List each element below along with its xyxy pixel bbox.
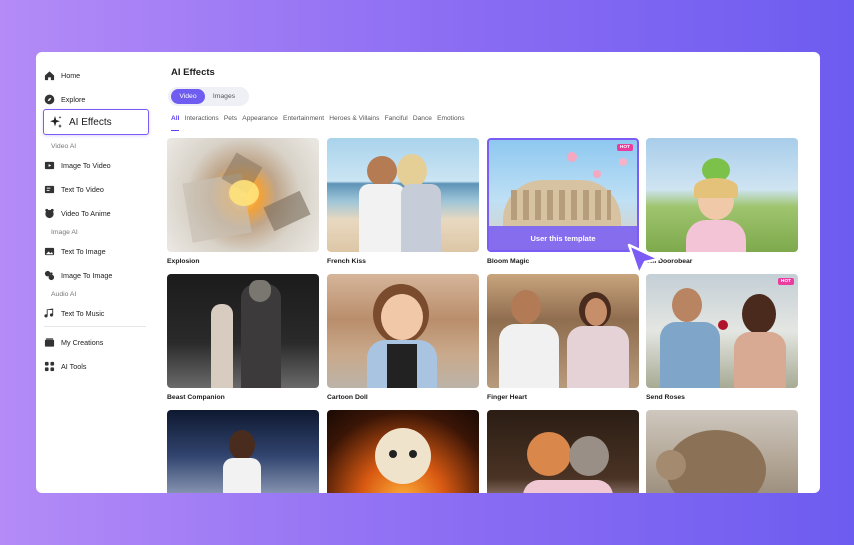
sidebar-item-ai-effects[interactable]: AI Effects bbox=[43, 109, 149, 135]
sidebar-item-text-to-image[interactable]: Text To Image bbox=[44, 240, 106, 262]
effect-card-cartoon-doll[interactable]: Cartoon Doll bbox=[327, 274, 479, 401]
sidebar-item-label: Text To Video bbox=[61, 184, 104, 194]
runway-wolf-thumbnail bbox=[167, 274, 319, 388]
folder-icon bbox=[44, 337, 55, 348]
tab-emotions[interactable]: Emotions bbox=[437, 115, 465, 127]
effect-card-dog-cat[interactable] bbox=[487, 410, 639, 493]
hot-badge: HOT bbox=[777, 278, 794, 285]
sidebar-item-home[interactable]: Home bbox=[44, 64, 80, 86]
use-template-button[interactable]: User this template bbox=[489, 226, 637, 250]
tab-all[interactable]: All bbox=[171, 115, 180, 131]
page-title: AI Effects bbox=[171, 67, 215, 78]
media-type-toggle: Video Images bbox=[168, 87, 249, 106]
sidebar-item-video-to-anime[interactable]: Video To Anime bbox=[44, 202, 111, 224]
effect-card-runway[interactable] bbox=[167, 410, 319, 493]
sidebar-item-label: Image To Video bbox=[61, 160, 111, 170]
sidebar-item-label: AI Tools bbox=[61, 361, 87, 371]
sidebar-item-text-to-music[interactable]: Text To Music bbox=[44, 302, 104, 324]
effect-card-cat[interactable] bbox=[646, 410, 798, 493]
sidebar-item-label: Explore bbox=[61, 94, 86, 104]
category-tabs: All Interactions Pets Appearance Enterta… bbox=[171, 115, 470, 131]
dog-fire-thumbnail bbox=[327, 410, 479, 493]
section-label-video-ai: Video AI bbox=[51, 143, 77, 150]
tab-interactions[interactable]: Interactions bbox=[185, 115, 219, 127]
effect-card-finger-heart[interactable]: Finger Heart bbox=[487, 274, 639, 401]
sidebar-item-my-creations[interactable]: My Creations bbox=[44, 331, 103, 353]
tab-fanciful[interactable]: Fanciful bbox=[385, 115, 408, 127]
tab-heroes-villains[interactable]: Heroes & Villains bbox=[329, 115, 379, 127]
sidebar-item-label: Text To Music bbox=[61, 308, 105, 318]
anime-icon bbox=[44, 208, 55, 219]
sidebar-item-text-to-video[interactable]: Text To Video bbox=[44, 178, 104, 200]
image-transform-icon bbox=[44, 270, 55, 281]
effect-card-doorobear[interactable]: om Doorobear bbox=[646, 138, 798, 265]
text-video-icon bbox=[44, 184, 55, 195]
card-label: Send Roses bbox=[646, 394, 685, 401]
section-label-image-ai: Image AI bbox=[51, 229, 78, 236]
beach-couple-thumbnail bbox=[327, 138, 479, 252]
sidebar-item-label: Image To Image bbox=[61, 270, 113, 280]
sidebar-item-label: AI Effects bbox=[69, 116, 112, 128]
image-video-icon bbox=[44, 160, 55, 171]
pointer-cursor-icon bbox=[627, 243, 661, 276]
music-note-icon bbox=[44, 307, 55, 319]
girl-frog-thumbnail bbox=[646, 138, 798, 252]
tab-pets[interactable]: Pets bbox=[224, 115, 237, 127]
image-icon bbox=[44, 246, 55, 257]
effect-card-dog-fire[interactable] bbox=[327, 410, 479, 493]
tab-entertainment[interactable]: Entertainment bbox=[283, 115, 324, 127]
card-label: om Doorobear bbox=[646, 258, 693, 265]
toggle-images[interactable]: Images bbox=[207, 89, 241, 104]
sidebar: Home Explore AI Effects Video AI Image T… bbox=[36, 52, 149, 493]
card-label: Cartoon Doll bbox=[327, 394, 368, 401]
effect-card-bloom-magic[interactable]: HOT User this template Bloom Magic bbox=[487, 138, 639, 265]
sidebar-item-explore[interactable]: Explore bbox=[44, 88, 85, 110]
effect-card-send-roses[interactable]: HOT Send Roses bbox=[646, 274, 798, 401]
card-label: Beast Companion bbox=[167, 394, 225, 401]
card-label: French Kiss bbox=[327, 258, 366, 265]
effect-card-french-kiss[interactable]: French Kiss bbox=[327, 138, 479, 265]
effect-card-explosion[interactable]: Explosion bbox=[167, 138, 319, 265]
compass-icon bbox=[44, 94, 55, 105]
sidebar-item-label: Video To Anime bbox=[61, 208, 111, 218]
tab-dance[interactable]: Dance bbox=[413, 115, 432, 127]
card-label: Bloom Magic bbox=[487, 258, 530, 265]
effect-card-beast-companion[interactable]: Beast Companion bbox=[167, 274, 319, 401]
section-label-audio-ai: Audio AI bbox=[51, 291, 77, 298]
sidebar-item-label: Home bbox=[61, 70, 81, 80]
app-window: Home Explore AI Effects Video AI Image T… bbox=[36, 52, 820, 493]
couple-heart-thumbnail bbox=[487, 274, 639, 388]
dog-cat-hug-thumbnail bbox=[487, 410, 639, 493]
tab-appearance[interactable]: Appearance bbox=[242, 115, 278, 127]
runway-model-thumbnail bbox=[167, 410, 319, 493]
roses-couple-thumbnail: HOT bbox=[646, 274, 798, 388]
toggle-video[interactable]: Video bbox=[171, 89, 205, 104]
grid-icon bbox=[44, 361, 55, 372]
sidebar-divider bbox=[44, 326, 146, 327]
sparkle-icon bbox=[49, 115, 63, 129]
explosion-thumbnail bbox=[167, 138, 319, 252]
sidebar-item-label: Text To Image bbox=[61, 246, 106, 256]
cartoon-girl-thumbnail bbox=[327, 274, 479, 388]
colosseum-flowers-thumbnail: HOT User this template bbox=[487, 138, 639, 252]
cat-thumbnail bbox=[646, 410, 798, 493]
card-label: Explosion bbox=[167, 258, 200, 265]
sidebar-item-ai-tools[interactable]: AI Tools bbox=[44, 355, 86, 377]
home-icon bbox=[44, 70, 55, 81]
hot-badge: HOT bbox=[616, 144, 633, 151]
sidebar-item-label: My Creations bbox=[61, 337, 104, 347]
sidebar-item-image-to-video[interactable]: Image To Video bbox=[44, 154, 111, 176]
sidebar-item-image-to-image[interactable]: Image To Image bbox=[44, 264, 112, 286]
card-label: Finger Heart bbox=[487, 394, 528, 401]
